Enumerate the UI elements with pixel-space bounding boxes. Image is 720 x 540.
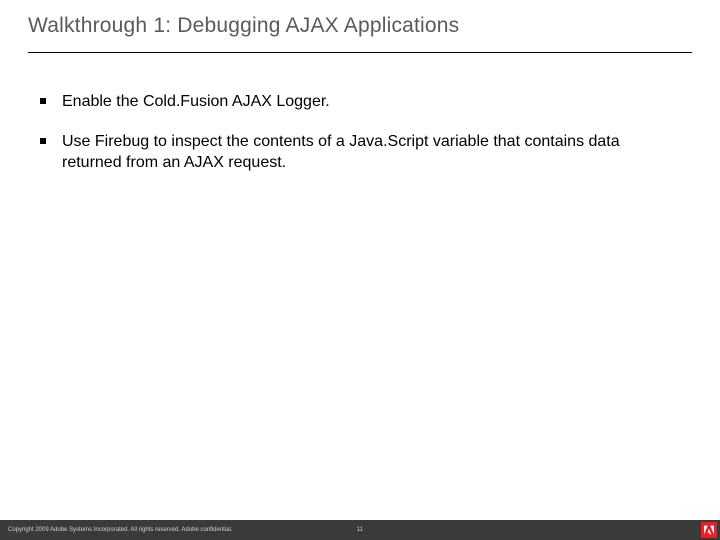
list-item: Use Firebug to inspect the contents of a… — [40, 131, 680, 174]
bullet-icon — [40, 138, 46, 144]
bullet-text: Enable the Cold.Fusion AJAX Logger. — [62, 91, 330, 113]
content-area: Enable the Cold.Fusion AJAX Logger. Use … — [0, 63, 720, 174]
bullet-icon — [40, 98, 46, 104]
slide-title: Walkthrough 1: Debugging AJAX Applicatio… — [28, 14, 692, 38]
bullet-text: Use Firebug to inspect the contents of a… — [62, 131, 680, 174]
slide: Walkthrough 1: Debugging AJAX Applicatio… — [0, 0, 720, 540]
footer-bar: Copyright 2009 Adobe Systems Incorporate… — [0, 520, 720, 540]
title-underline — [28, 52, 692, 53]
title-region: Walkthrough 1: Debugging AJAX Applicatio… — [0, 0, 720, 63]
footer-copyright: Copyright 2009 Adobe Systems Incorporate… — [8, 527, 232, 533]
page-number: 11 — [357, 527, 363, 533]
adobe-logo-icon — [701, 522, 717, 538]
list-item: Enable the Cold.Fusion AJAX Logger. — [40, 91, 680, 113]
